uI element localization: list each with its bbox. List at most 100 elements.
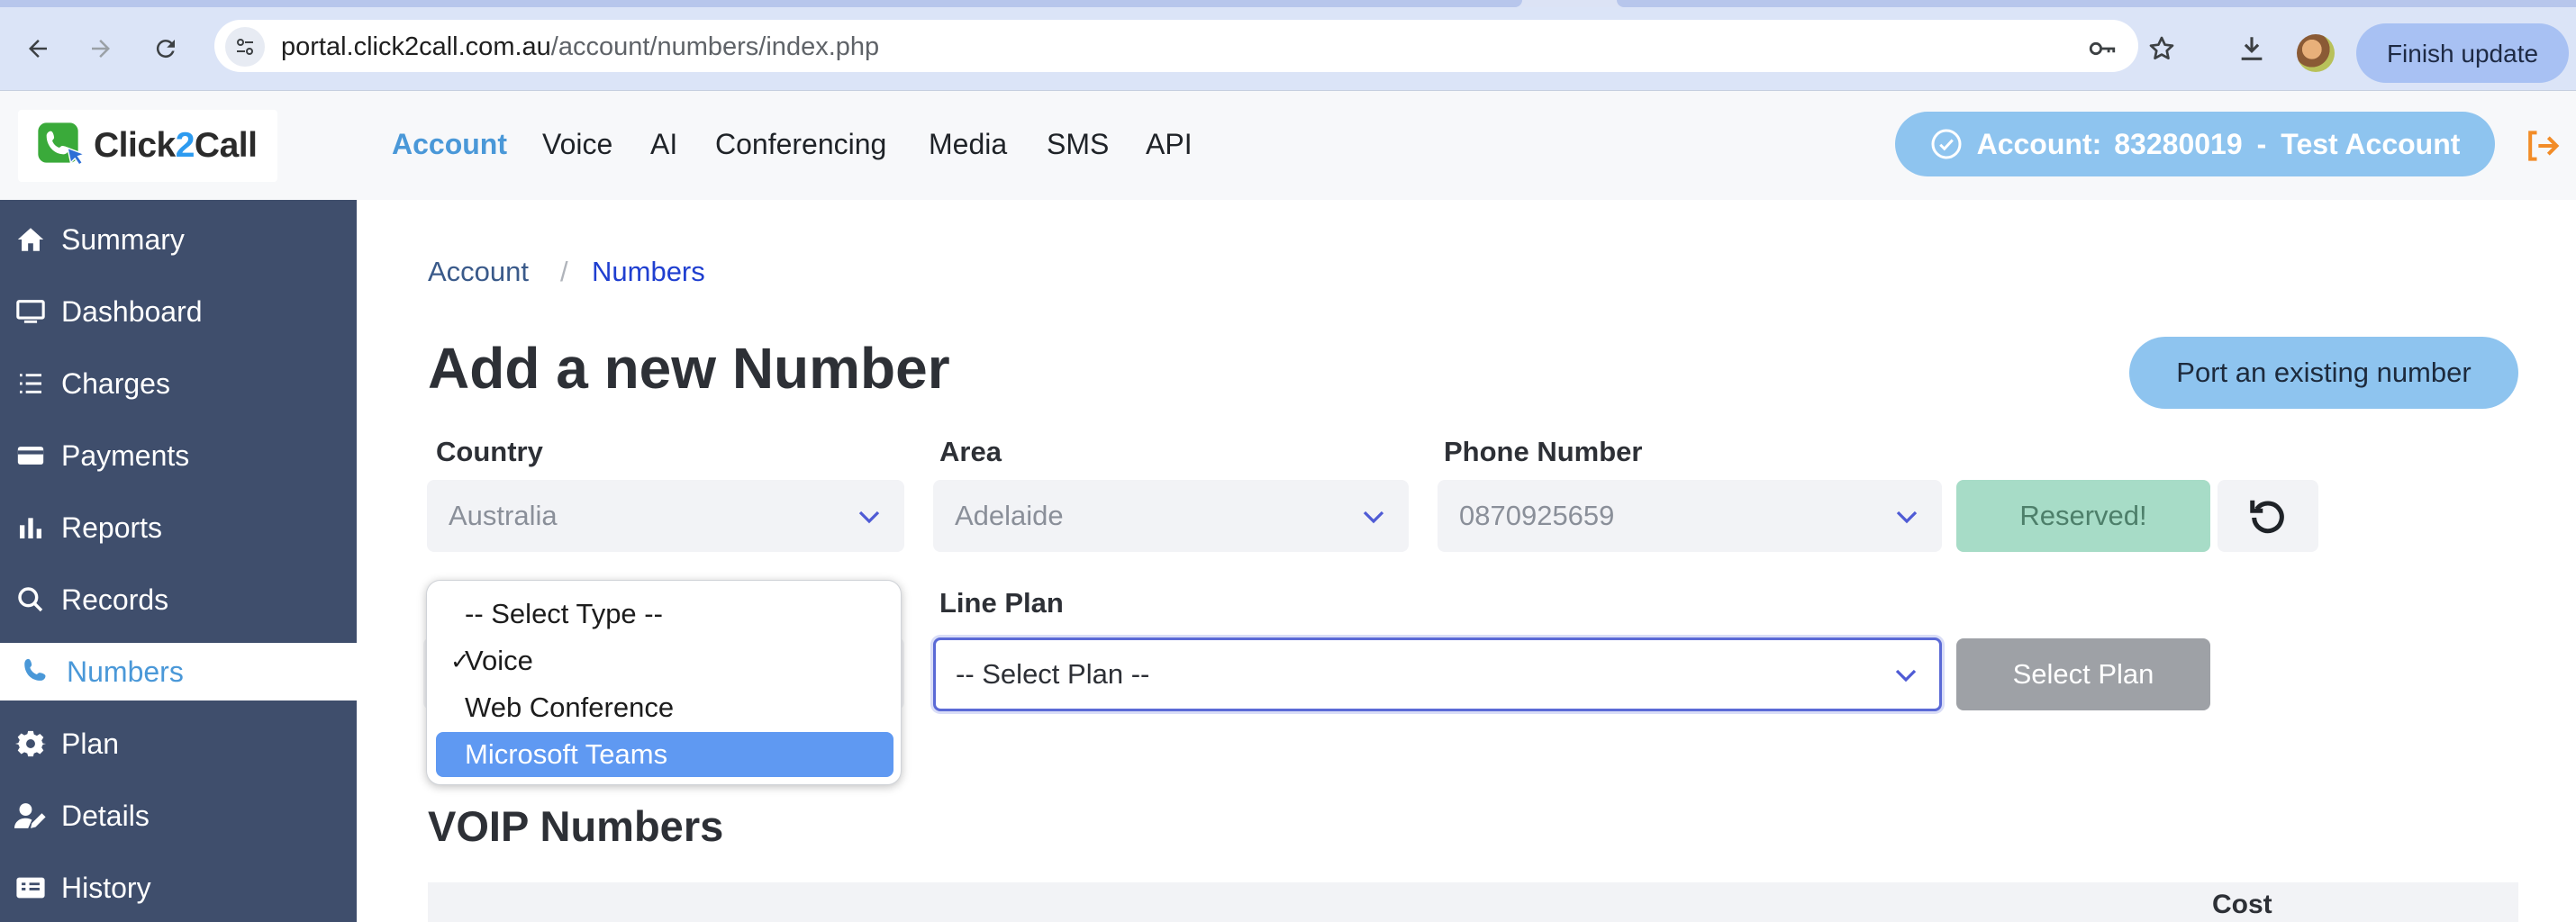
click2call-logo[interactable]: Click2Call: [18, 110, 277, 182]
sidebar-item-label: Dashboard: [61, 294, 203, 328]
option-label: Voice: [465, 645, 533, 676]
logout-icon[interactable]: [2522, 126, 2562, 166]
sidebar-item-label: Records: [61, 583, 169, 616]
option-label: Microsoft Teams: [465, 738, 668, 770]
table-header: [428, 882, 2518, 922]
user-edit-icon: [14, 800, 47, 832]
country-label: Country: [436, 436, 543, 467]
country-select[interactable]: Australia: [427, 480, 904, 552]
dropdown-option-web-conference[interactable]: Web Conference: [436, 685, 893, 730]
nav-api[interactable]: API: [1146, 124, 1193, 164]
forward-icon[interactable]: [83, 31, 119, 67]
sidebar-item-summary[interactable]: Summary: [0, 211, 357, 268]
breadcrumb-account[interactable]: Account: [428, 254, 529, 290]
reset-button[interactable]: [2218, 480, 2318, 552]
url-text[interactable]: portal.click2call.com.au/account/numbers…: [281, 27, 879, 67]
sidebar: Summary Dashboard Charges Payments Repor…: [0, 200, 357, 922]
logo-phone-icon: [38, 122, 86, 166]
dropdown-option-select-type[interactable]: -- Select Type --: [436, 592, 893, 637]
tab-strip: [0, 0, 2576, 7]
line-plan-value: -- Select Plan --: [956, 658, 1150, 690]
phone-icon: [20, 655, 52, 688]
back-icon[interactable]: [20, 31, 56, 67]
key-icon[interactable]: [2082, 29, 2122, 68]
nav-sms[interactable]: SMS: [1047, 124, 1109, 164]
sidebar-item-label: Reports: [61, 511, 163, 544]
gear-icon: [14, 728, 47, 760]
browser-toolbar: portal.click2call.com.au/account/numbers…: [0, 7, 2576, 91]
line-plan-select[interactable]: -- Select Plan --: [933, 637, 1942, 711]
download-icon[interactable]: [2232, 29, 2272, 68]
sidebar-item-charges[interactable]: Charges: [0, 355, 357, 412]
area-label: Area: [939, 436, 1002, 467]
sidebar-item-reports[interactable]: Reports: [0, 499, 357, 556]
site-settings-icon[interactable]: [225, 27, 265, 67]
phone-number-select[interactable]: 0870925659: [1438, 480, 1942, 552]
credit-card-icon: [14, 439, 47, 472]
port-number-button[interactable]: Port an existing number: [2129, 337, 2518, 409]
account-label: Account:: [1976, 127, 2102, 160]
check-circle-icon: [1931, 129, 1962, 159]
finish-update-button[interactable]: Finish update: [2356, 23, 2569, 83]
account-separator: -: [2256, 127, 2267, 160]
profile-avatar[interactable]: [2297, 34, 2335, 72]
logo-text: Click2Call: [94, 126, 258, 166]
sidebar-item-payments[interactable]: Payments: [0, 427, 357, 484]
sidebar-item-history[interactable]: History: [0, 859, 357, 917]
logo-text-call: Call: [194, 126, 258, 165]
undo-icon: [2250, 500, 2284, 534]
receipt-icon: [14, 872, 47, 904]
reload-icon[interactable]: [148, 31, 184, 67]
phone-number-label: Phone Number: [1444, 436, 1643, 467]
nav-conferencing[interactable]: Conferencing: [715, 124, 886, 164]
sidebar-item-label: Plan: [61, 727, 120, 760]
search-icon: [14, 583, 47, 616]
list-icon: [14, 367, 47, 400]
url-host: portal.click2call.com.au: [281, 32, 551, 61]
nav-media[interactable]: Media: [929, 124, 1007, 164]
number-type-dropdown: -- Select Type -- ✓ Voice Web Conference…: [426, 580, 902, 785]
column-header-cost[interactable]: Cost: [2212, 890, 2272, 920]
sidebar-item-details[interactable]: Details: [0, 787, 357, 845]
area-value: Adelaide: [955, 500, 1064, 531]
logo-text-click: Click: [94, 126, 176, 165]
account-name: Test Account: [2281, 127, 2461, 160]
dropdown-option-microsoft-teams[interactable]: Microsoft Teams: [436, 732, 893, 777]
breadcrumb-separator: /: [560, 256, 568, 287]
sidebar-item-label: Payments: [61, 438, 190, 472]
home-icon: [14, 223, 47, 256]
account-pill[interactable]: Account: 83280019 - Test Account: [1895, 112, 2495, 176]
tab-other[interactable]: [1617, 0, 2576, 7]
line-plan-label: Line Plan: [939, 587, 1064, 619]
sidebar-item-records[interactable]: Records: [0, 571, 357, 628]
dropdown-option-voice[interactable]: ✓ Voice: [436, 638, 893, 683]
voip-numbers-title: VOIP Numbers: [428, 802, 724, 850]
sidebar-item-dashboard[interactable]: Dashboard: [0, 283, 357, 340]
logo-text-two: 2: [175, 126, 195, 165]
sidebar-item-plan[interactable]: Plan: [0, 715, 357, 773]
option-label: Web Conference: [465, 692, 675, 723]
sidebar-item-label: History: [61, 871, 151, 904]
nav-ai[interactable]: AI: [650, 124, 677, 164]
area-select[interactable]: Adelaide: [933, 480, 1409, 552]
url-path: /account/numbers/index.php: [550, 32, 880, 61]
nav-voice[interactable]: Voice: [542, 124, 612, 164]
breadcrumb-numbers: Numbers: [592, 256, 705, 287]
country-value: Australia: [449, 500, 558, 531]
bar-chart-icon: [14, 511, 47, 544]
chevron-down-icon: [1896, 511, 1918, 524]
star-icon[interactable]: [2142, 29, 2181, 68]
tab-active[interactable]: [0, 0, 1522, 7]
option-label: -- Select Type --: [465, 598, 663, 629]
page-title: Add a new Number: [428, 336, 950, 401]
nav-account[interactable]: Account: [392, 124, 507, 164]
sidebar-item-label: Charges: [61, 366, 170, 400]
monitor-icon: [14, 295, 47, 328]
sidebar-item-label: Details: [61, 799, 150, 832]
sidebar-item-numbers[interactable]: Numbers: [0, 643, 357, 701]
select-plan-button[interactable]: Select Plan: [1956, 638, 2210, 710]
reserved-button[interactable]: Reserved!: [1956, 480, 2210, 552]
chevron-down-icon: [1895, 669, 1917, 682]
chevron-down-icon: [1363, 511, 1384, 524]
phone-number-value: 0870925659: [1459, 500, 1615, 531]
